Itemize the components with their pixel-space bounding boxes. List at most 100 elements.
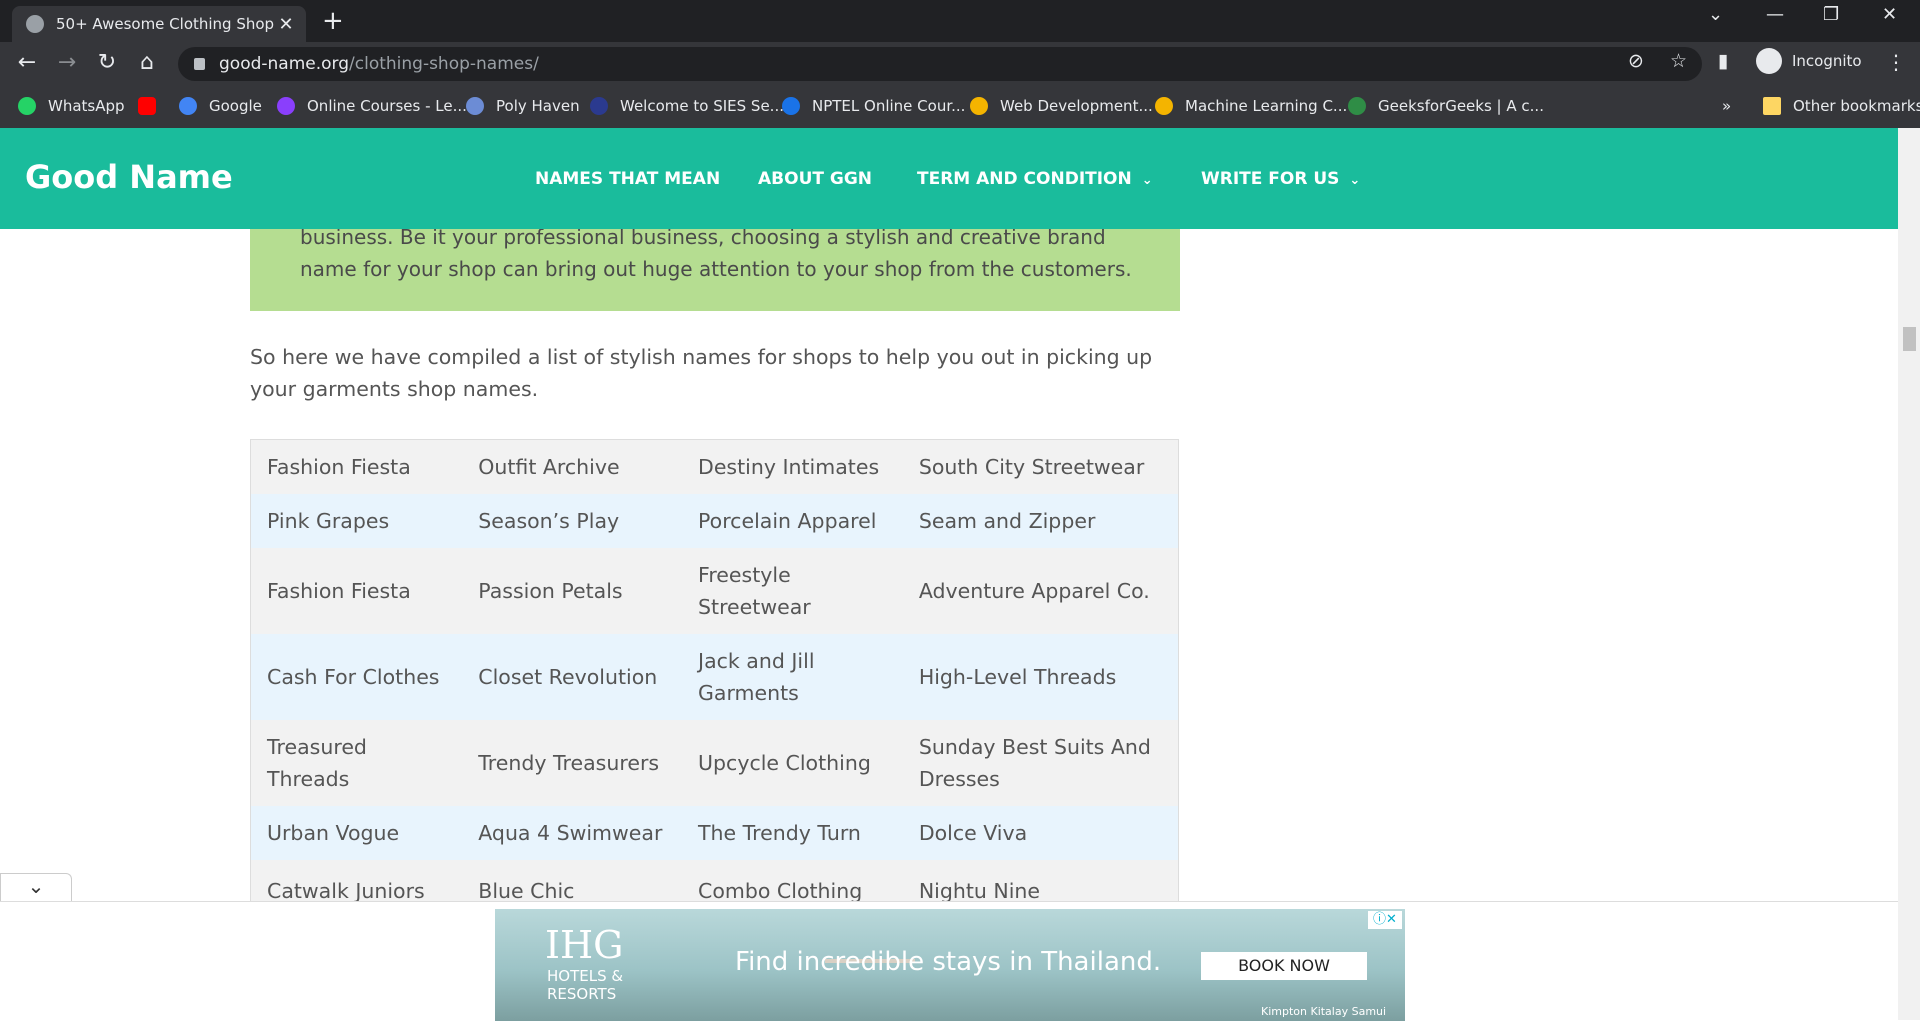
back-icon[interactable]: ←	[12, 50, 42, 75]
table-cell: Cash For Clothes	[267, 664, 440, 689]
table-row: Fashion Fiesta Outfit Archive Destiny Inti…	[250, 439, 1179, 494]
nav-label: WRITE FOR US	[1201, 169, 1340, 189]
bookmarks-overflow-button[interactable]: »	[1722, 97, 1731, 115]
callout-box: business. Be it your professional busine…	[250, 229, 1180, 311]
table-cell: Dolce Viva	[918, 820, 1028, 845]
bookmark-whatsapp[interactable]: WhatsApp	[18, 97, 125, 115]
table-cell: Nightu Nine	[918, 879, 1041, 901]
bookmark-label: Machine Learning C...	[1185, 97, 1348, 115]
bookmark-label: WhatsApp	[48, 97, 125, 115]
close-window-button[interactable]: ✕	[1882, 4, 1897, 25]
table-row: Cash For Clothes Closet Revolution Jack an…	[250, 633, 1179, 720]
nav-label: ABOUT GGN	[758, 169, 873, 189]
adchoices-icon[interactable]: ⓘ✕	[1368, 911, 1402, 929]
restore-button[interactable]: ❐	[1823, 4, 1839, 25]
page-scrollbar[interactable]	[1898, 128, 1920, 1020]
bookmark-label: Online Courses - Le...	[307, 97, 467, 115]
bookmarks-bar: WhatsApp Google Online Courses - Le... P…	[0, 86, 1920, 129]
ad-banner-bar: IHG HOTELS & RESORTS Find incredible sta…	[0, 901, 1898, 1021]
bookmark-poly-haven[interactable]: Poly Haven	[466, 97, 580, 115]
ad-caption: Kimpton Kitalay Samui	[1261, 1005, 1387, 1018]
ad-banner[interactable]: IHG HOTELS & RESORTS Find incredible sta…	[495, 909, 1405, 1021]
minimize-button[interactable]: —	[1766, 4, 1784, 25]
ad-book-now-button[interactable]: BOOK NOW	[1201, 952, 1367, 980]
table-cell: South City Streetwear	[918, 454, 1145, 479]
tab-title: 50+ Awesome Clothing Shop Na	[56, 15, 274, 33]
table-cell: Closet Revolution	[478, 664, 658, 689]
bookmark-machine-learning[interactable]: Machine Learning C...	[1155, 97, 1347, 115]
nptel-icon	[782, 97, 800, 115]
eye-off-icon[interactable]: ⊘	[1628, 50, 1644, 72]
table-cell: Catwalk Juniors	[267, 879, 425, 901]
nav-about-ggn[interactable]: ABOUT GGN	[758, 169, 872, 189]
table-cell: Porcelain Apparel	[698, 508, 877, 533]
bookmark-google[interactable]: Google	[179, 97, 262, 115]
new-tab-button[interactable]: +	[322, 6, 344, 36]
table-cell: The Trendy Turn	[698, 820, 861, 845]
bookmark-geeksforgeeks[interactable]: GeeksforGeeks | A c...	[1348, 97, 1544, 115]
google-icon	[179, 97, 197, 115]
chevron-down-icon: ⌄	[1349, 173, 1361, 188]
tab-search-icon[interactable]: ⌄	[1708, 4, 1723, 25]
bookmark-nptel[interactable]: NPTEL Online Cour...	[782, 97, 965, 115]
nav-names-that-mean[interactable]: NAMES THAT MEAN	[535, 169, 720, 189]
url-text: good-name.org/clothing-shop-names/	[219, 54, 539, 74]
scrollbar-thumb[interactable]	[1903, 327, 1916, 351]
bookmark-web-development[interactable]: Web Development...	[970, 97, 1153, 115]
ad-headline: Find incredible stays in Thailand.	[735, 947, 1162, 977]
other-bookmarks[interactable]: Other bookmarks	[1763, 97, 1920, 115]
table-row: Catwalk Juniors Blue Chic Combo Clothing Ni…	[250, 859, 1179, 901]
url-path: /clothing-shop-names/	[349, 54, 539, 74]
nav-label: NAMES THAT MEAN	[535, 169, 721, 189]
bookmark-label: GeeksforGeeks | A c...	[1378, 97, 1544, 115]
incognito-indicator[interactable]: Incognito	[1756, 48, 1862, 74]
table-cell: Passion Petals	[478, 578, 623, 603]
bookmark-label: NPTEL Online Cour...	[812, 97, 966, 115]
bookmark-label: Web Development...	[1000, 97, 1153, 115]
bookmark-youtube[interactable]	[138, 97, 168, 115]
site-logo[interactable]: Good Name	[25, 158, 233, 196]
table-row: Urban Vogue Aqua 4 Swimwear The Trendy Tur…	[250, 805, 1179, 860]
table-cell: Jack and Jill Garments	[698, 648, 815, 705]
udemy-icon	[277, 97, 295, 115]
bookmark-label: Welcome to SIES Se...	[620, 97, 784, 115]
site-header: Good Name NAMES THAT MEAN ABOUT GGN TERM…	[0, 128, 1898, 229]
table-cell: Seam and Zipper	[918, 508, 1096, 533]
browser-menu-icon[interactable]: ⋮	[1886, 50, 1906, 74]
table-cell: Fashion Fiesta	[267, 454, 411, 479]
globe-icon	[26, 15, 44, 33]
browser-tab-strip: 50+ Awesome Clothing Shop Na ✕ + ⌄ — ❐ ✕	[0, 0, 1920, 42]
youtube-icon	[138, 97, 156, 115]
forward-icon[interactable]: →	[52, 50, 82, 75]
address-bar[interactable]: good-name.org/clothing-shop-names/	[178, 47, 1702, 81]
bookmark-label: Poly Haven	[496, 97, 580, 115]
table-cell: Pink Grapes	[267, 508, 390, 533]
home-icon[interactable]: ⌂	[132, 50, 162, 75]
browser-toolbar: ← → ↻ ⌂ good-name.org/clothing-shop-name…	[0, 42, 1920, 86]
table-cell: Adventure Apparel Co.	[918, 578, 1150, 603]
bookmark-star-icon[interactable]: ☆	[1670, 50, 1687, 72]
url-host: good-name.org	[219, 54, 350, 74]
reload-icon[interactable]: ↻	[92, 50, 122, 75]
ad-brand-sub: HOTELS & RESORTS	[547, 967, 624, 1003]
bookmark-online-courses[interactable]: Online Courses - Le...	[277, 97, 467, 115]
chevron-down-icon: ⌄	[1141, 173, 1153, 188]
table-cell: Treasured Threads	[267, 734, 367, 791]
other-bookmarks-label: Other bookmarks	[1793, 97, 1920, 115]
side-panel-icon[interactable]: ▮	[1718, 50, 1728, 72]
nav-term-and-condition[interactable]: TERM AND CONDITION ⌄	[917, 169, 1153, 189]
table-cell: Trendy Treasurers	[478, 750, 660, 775]
nav-write-for-us[interactable]: WRITE FOR US ⌄	[1201, 169, 1360, 189]
browser-tab[interactable]: 50+ Awesome Clothing Shop Na ✕	[12, 6, 306, 42]
table-cell: Upcycle Clothing	[698, 750, 871, 775]
collapse-ad-button[interactable]: ⌄	[0, 873, 72, 903]
close-tab-icon[interactable]: ✕	[274, 14, 298, 35]
incognito-label: Incognito	[1792, 52, 1862, 70]
incognito-icon	[1756, 48, 1782, 74]
intro-paragraph: So here we have compiled a list of styli…	[250, 345, 1153, 401]
table-cell: Freestyle Streetwear	[698, 562, 811, 619]
table-cell: Sunday Best Suits And Dresses	[918, 734, 1151, 791]
sies-icon	[590, 97, 608, 115]
bookmark-sies[interactable]: Welcome to SIES Se...	[590, 97, 784, 115]
chevron-down-icon: ⌄	[27, 874, 45, 898]
